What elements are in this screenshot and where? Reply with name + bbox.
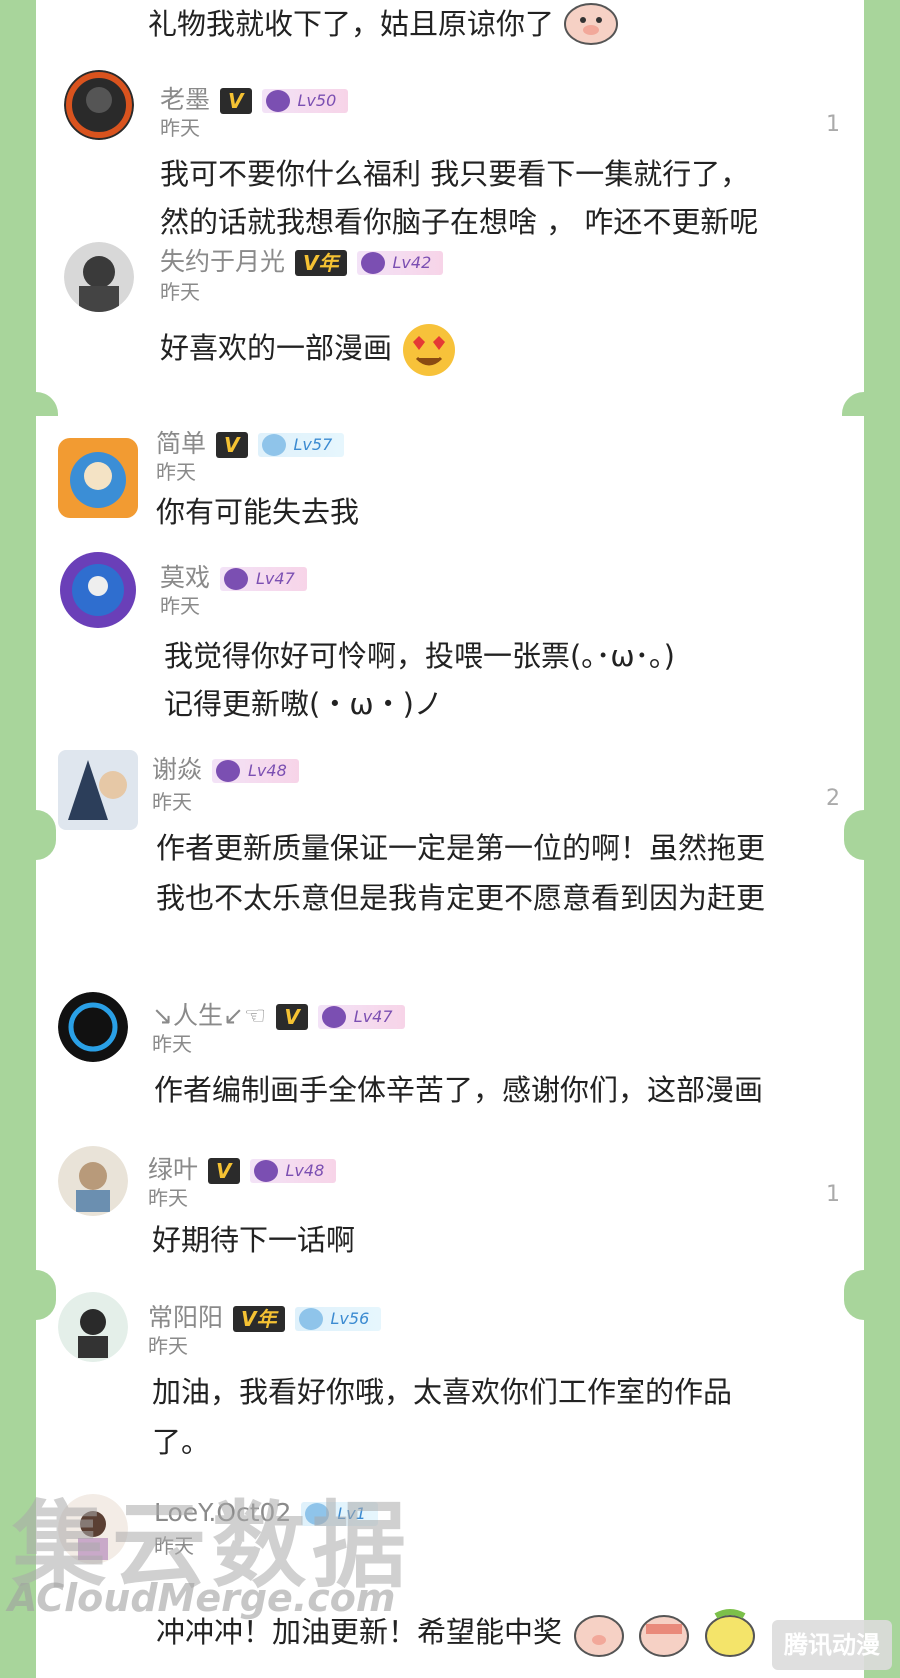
vip-badge: V年 xyxy=(233,1306,285,1332)
level-icon xyxy=(216,760,241,782)
avatar[interactable] xyxy=(58,438,138,518)
avatar[interactable] xyxy=(64,70,134,140)
username[interactable]: ↘人生↙☜ V Lv47 xyxy=(152,996,405,1032)
avatar[interactable] xyxy=(58,550,138,630)
comment-text-line: 你有可能失去我 xyxy=(156,495,360,529)
level-icon xyxy=(253,1160,278,1182)
comment-text-line: 然的话就我想看你脑子在想啥 ， 咋还不更新呢 xyxy=(160,205,759,239)
avatar[interactable] xyxy=(58,750,138,830)
username[interactable]: 简单 V Lv57 xyxy=(156,424,345,460)
comment-text-line: 作者更新质量保证一定是第一位的啊！虽然拖更 xyxy=(156,831,766,865)
pig-sticker-icon xyxy=(564,3,619,45)
level-badge: Lv57 xyxy=(257,433,345,457)
comment-text-line: 加油，我看好你哦，太喜欢你们工作室的作品 xyxy=(152,1375,733,1409)
level-badge: Lv48 xyxy=(249,1159,337,1183)
comment-time: 昨天 xyxy=(152,790,192,814)
username[interactable]: 谢焱 Lv48 xyxy=(152,750,299,786)
comment-time: 昨天 xyxy=(152,1032,192,1056)
avatar[interactable] xyxy=(58,1146,128,1216)
avatar[interactable] xyxy=(58,1292,128,1362)
level-icon xyxy=(224,568,249,590)
tencent-comic-logo: 腾讯动漫 xyxy=(772,1620,892,1670)
watermark-url: ACloudMerge.com xyxy=(8,1576,396,1620)
comment-card-top: 礼物我就收下了，姑且原谅你了 老墨 V Lv50 昨天 1 我可不要你什么福利 我只… xyxy=(36,0,864,416)
level-badge: Lv50 xyxy=(261,89,349,113)
level-icon xyxy=(261,434,286,456)
avatar[interactable] xyxy=(64,242,134,312)
comment-time: 昨天 xyxy=(156,460,196,484)
level-badge: Lv47 xyxy=(220,567,307,591)
level-icon xyxy=(265,90,290,112)
comment-time: 昨天 xyxy=(160,280,200,304)
level-icon xyxy=(360,252,385,274)
vip-badge: V xyxy=(216,432,248,458)
comment-text-line: 了。 xyxy=(152,1425,211,1459)
level-badge: Lv56 xyxy=(294,1307,382,1331)
pig-cover-face-sticker-icon xyxy=(639,1615,690,1657)
comment-time: 昨天 xyxy=(160,594,200,618)
comment-text: 好喜欢的一部漫画 xyxy=(160,322,840,378)
comment-feed: 礼物我就收下了，姑且原谅你了 老墨 V Lv50 昨天 1 我可不要你什么福利 我只… xyxy=(0,0,900,1678)
lemon-sticker-icon xyxy=(704,1609,755,1657)
pig-cheer-sticker-icon xyxy=(574,1615,625,1657)
username[interactable]: 常阳阳 V年 Lv56 xyxy=(148,1298,382,1334)
comment-text-line: 我可不要你什么福利 我只要看下一集就行了， xyxy=(160,157,750,191)
level-icon xyxy=(321,1006,346,1028)
like-count[interactable]: 1 xyxy=(826,112,840,137)
comment-text-line: 我觉得你好可怜啊，投喂一张票(｡･ω･｡) xyxy=(164,639,675,673)
level-badge: Lv48 xyxy=(212,759,299,783)
comment-time: 昨天 xyxy=(160,116,200,140)
like-count[interactable]: 2 xyxy=(826,786,840,811)
level-badge: Lv47 xyxy=(317,1005,405,1029)
like-count[interactable]: 1 xyxy=(826,1182,840,1207)
heart-eyes-emoji-icon xyxy=(403,324,456,376)
username[interactable]: 绿叶 V Lv48 xyxy=(148,1150,337,1186)
level-badge: Lv42 xyxy=(356,251,444,275)
comment-text-line: 记得更新嗷(・ω・)ノ xyxy=(164,687,443,721)
vip-badge: V xyxy=(276,1004,308,1030)
username[interactable]: 老墨 V Lv50 xyxy=(160,80,349,116)
comment-time: 昨天 xyxy=(148,1186,188,1210)
comment-text: 礼物我就收下了，姑且原谅你了 xyxy=(148,0,828,54)
username[interactable]: 失约于月光 V年 Lv42 xyxy=(160,242,444,278)
comment-time: 昨天 xyxy=(148,1334,188,1358)
vip-badge: V xyxy=(220,88,252,114)
vip-badge: V xyxy=(208,1158,240,1184)
vip-badge: V年 xyxy=(295,250,347,276)
comment-text-line: 作者编制画手全体辛苦了，感谢你们，这部漫画 xyxy=(154,1073,764,1107)
comment-text-line: 好期待下一话啊 xyxy=(152,1223,356,1257)
level-icon xyxy=(298,1308,323,1330)
avatar[interactable] xyxy=(58,992,128,1062)
username[interactable]: 莫戏 Lv47 xyxy=(160,558,307,594)
comment-text-line: 我也不太乐意但是我肯定更不愿意看到因为赶更 xyxy=(156,881,766,915)
